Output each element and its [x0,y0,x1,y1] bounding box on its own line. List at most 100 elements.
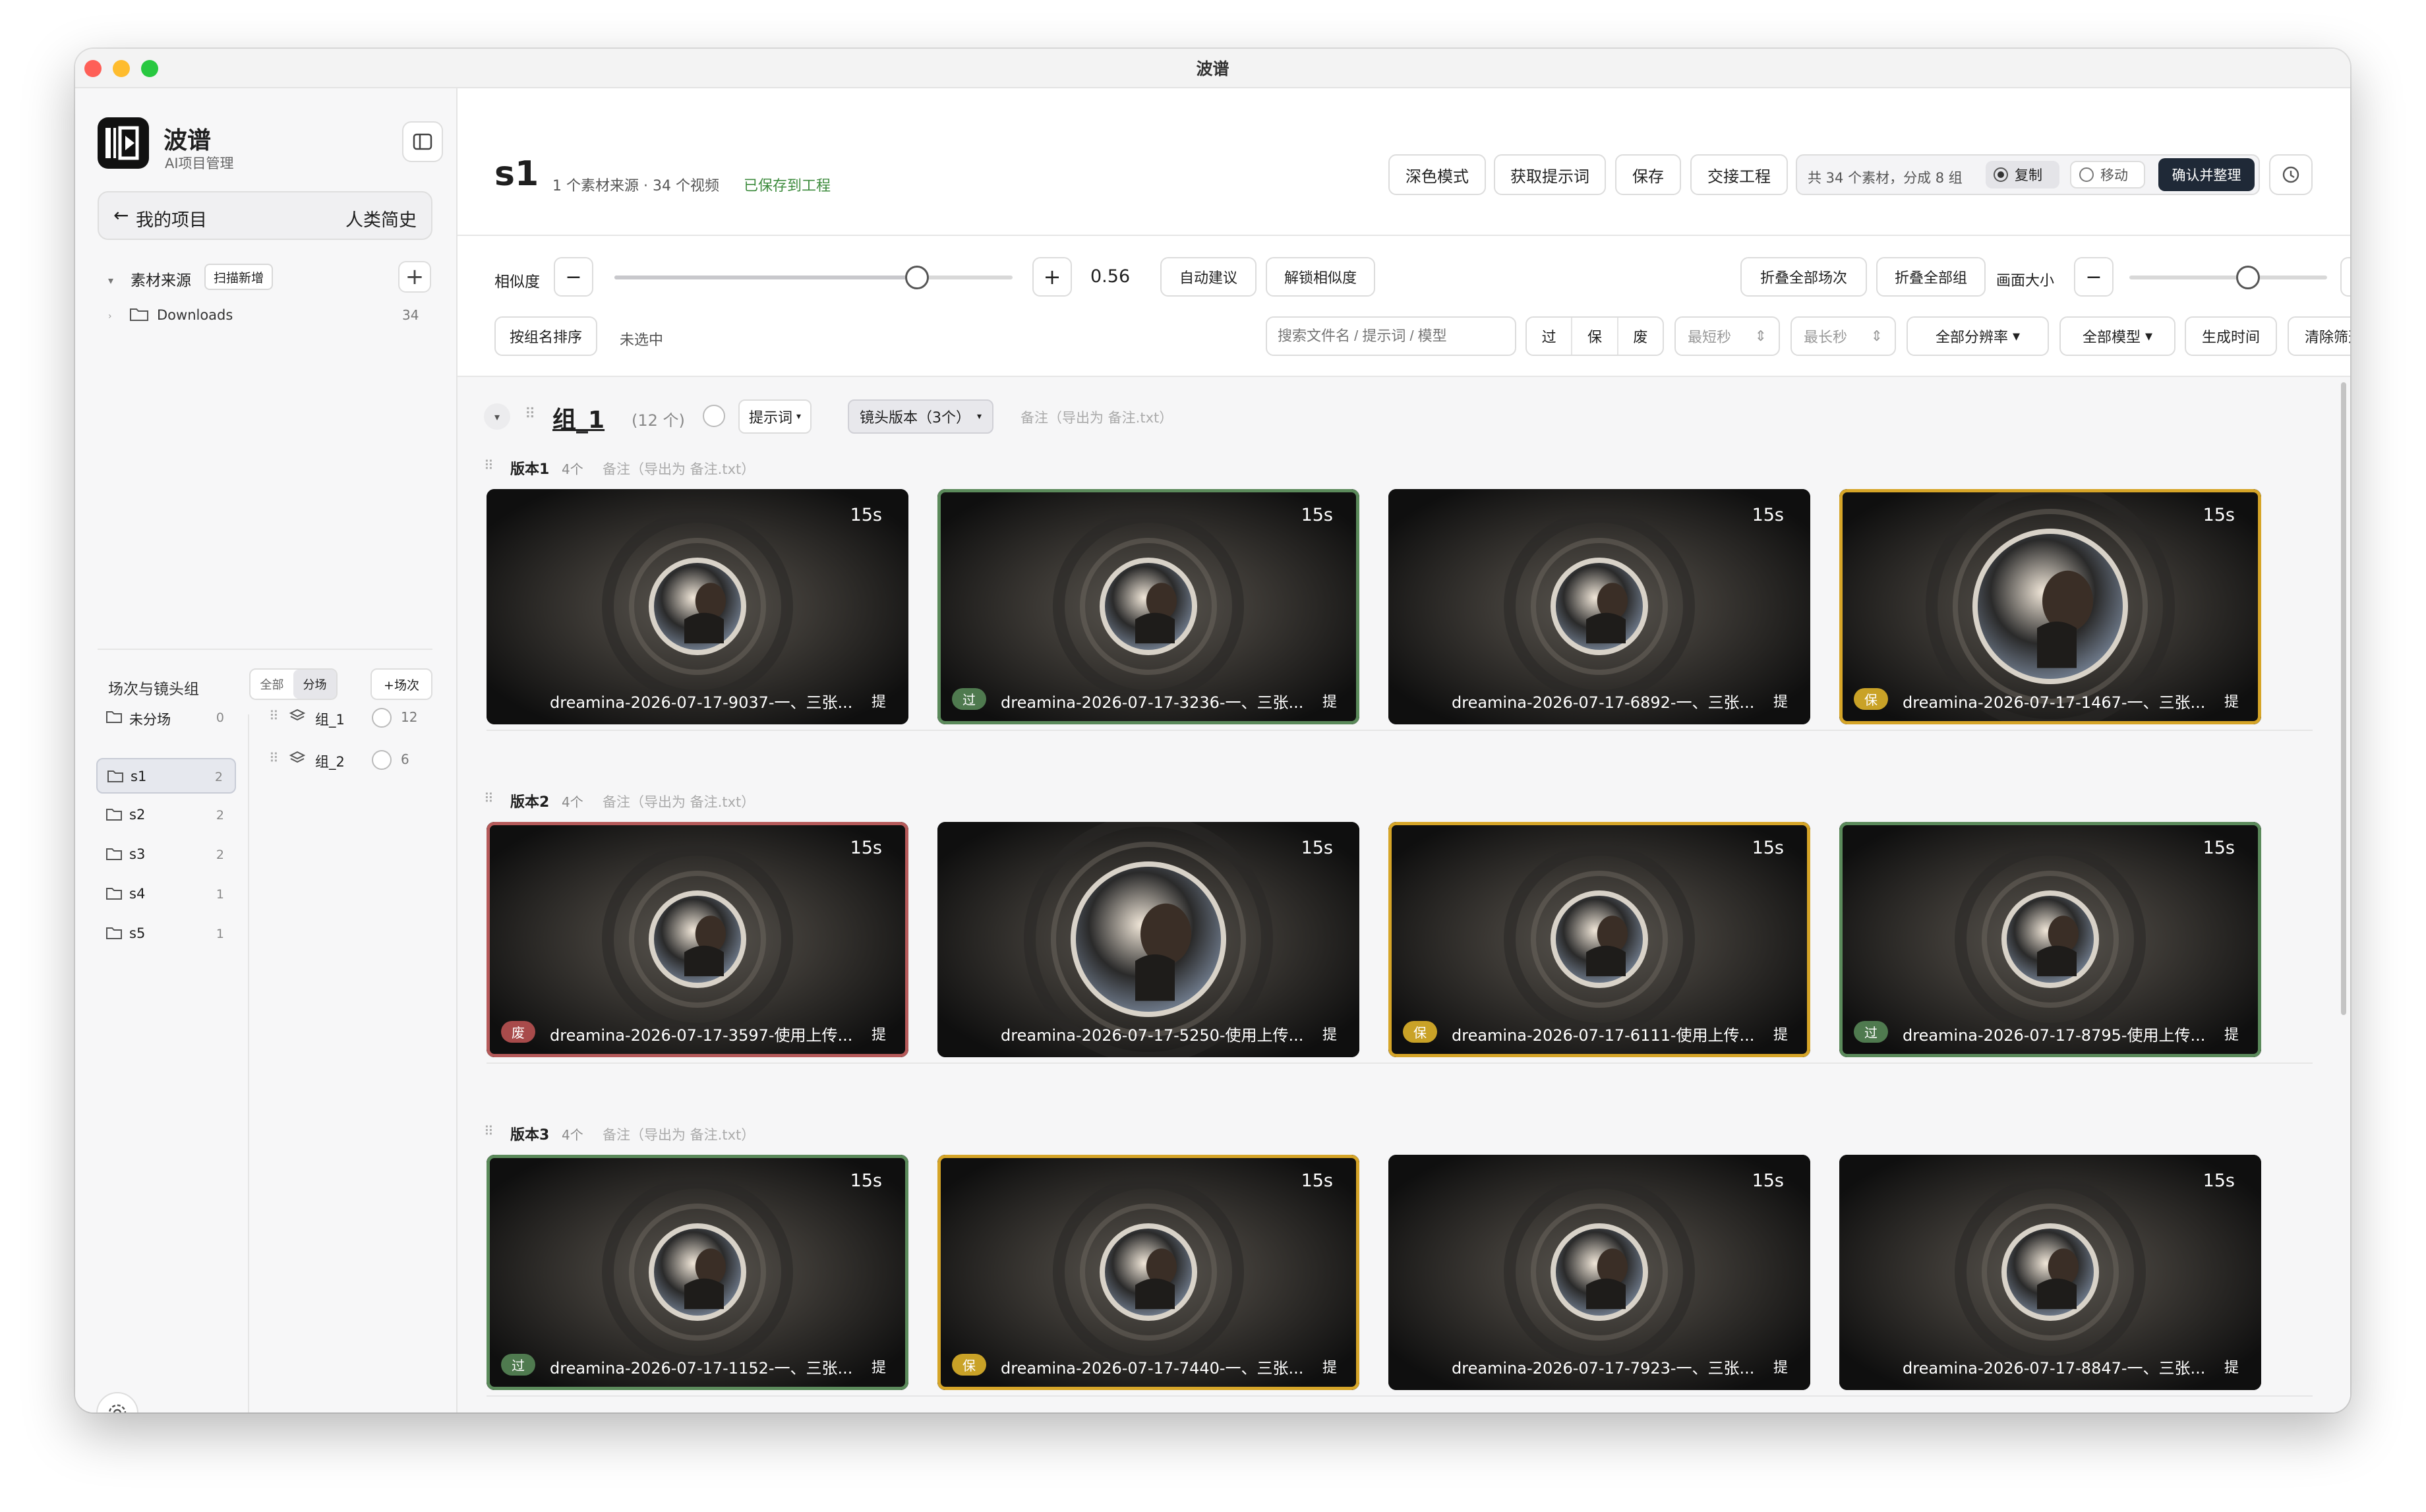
similarity-slider-thumb[interactable] [905,266,930,289]
version-label: 版本1 [510,461,550,478]
drag-handle-icon[interactable]: ⠿ [484,457,494,473]
video-card[interactable]: 15s dreamina-2026-07-17-7923-一、三张... 提 [1388,1155,1810,1390]
video-card[interactable]: 15s dreamina-2026-07-17-6111-使用上传... 提 保 [1388,822,1810,1057]
video-card[interactable]: 15s dreamina-2026-07-17-1467-一、三张... 提 保 [1839,489,2261,724]
chevron-right-icon[interactable]: › [108,311,112,322]
drag-handle-icon[interactable]: ⠿ [269,708,279,724]
scene-item-s1[interactable]: s1 2 [96,758,236,794]
drag-handle-icon[interactable]: ⠿ [525,406,535,422]
dark-mode-button[interactable]: 深色模式 [1388,154,1486,195]
sidebar-group-组_2[interactable]: ⠿ 组_2 6 [269,743,447,776]
extract-prompt-button[interactable]: 提 [1773,1356,1788,1377]
filter-keep-button[interactable]: 保 [1572,318,1618,355]
scene-item-未分场[interactable]: 未分场 0 [96,700,236,736]
extract-prompt-button[interactable]: 提 [2224,690,2239,711]
size-slider[interactable] [2129,266,2327,289]
extract-prompt-button[interactable]: 提 [1322,1356,1337,1377]
move-option[interactable]: 移动 [2070,161,2145,189]
filter-all-button[interactable]: 全部 [251,670,293,699]
scene-item-s4[interactable]: s4 1 [96,877,236,912]
min-seconds-input[interactable]: 最短秒 ⇕ [1674,316,1780,356]
size-slider-thumb[interactable] [2236,266,2260,289]
scrollbar[interactable] [2341,382,2346,1015]
drag-handle-icon[interactable]: ⠿ [269,750,279,766]
zoom-window-button[interactable] [141,60,158,77]
confirm-organize-button[interactable]: 确认并整理 [2158,158,2255,191]
extract-prompt-button[interactable]: 提 [1322,690,1337,711]
group-note[interactable]: 备注（导出为 备注.txt） [1021,407,1173,427]
video-card[interactable]: 15s dreamina-2026-07-17-6892-一、三张... 提 [1388,489,1810,724]
auto-suggest-button[interactable]: 自动建议 [1160,257,1257,297]
video-card[interactable]: 15s dreamina-2026-07-17-7440-一、三张... 提 保 [937,1155,1359,1390]
save-button[interactable]: 保存 [1615,154,1681,195]
collapse-toggle-icon[interactable]: ▾ [484,403,510,430]
unlock-similarity-button[interactable]: 解锁相似度 [1266,257,1375,297]
copy-option[interactable]: 复制 [1986,161,2059,189]
select-circle[interactable] [372,750,392,770]
duration-label: 15s [2203,505,2235,525]
video-card[interactable]: 15s dreamina-2026-07-17-9037-一、三张... 提 [487,489,908,724]
handoff-button[interactable]: 交接工程 [1690,154,1788,195]
select-circle[interactable] [703,405,725,427]
scene-item-s5[interactable]: s5 1 [96,916,236,952]
extract-prompt-button[interactable]: 提 [872,1023,886,1044]
sidebar-group-组_1[interactable]: ⠿ 组_1 12 [269,701,447,734]
chevron-down-icon[interactable]: ▾ [108,274,113,287]
filter-pass-button[interactable]: 过 [1527,318,1573,355]
get-prompts-button[interactable]: 获取提示词 [1494,154,1606,195]
extract-prompt-button[interactable]: 提 [872,690,886,711]
resolution-select[interactable]: 全部分辨率 ▾ [1907,316,2049,356]
extract-prompt-button[interactable]: 提 [1773,1023,1788,1044]
similarity-increase-button[interactable]: + [1032,257,1072,297]
scene-item-s2[interactable]: s2 2 [96,798,236,833]
video-card[interactable]: 15s dreamina-2026-07-17-3597-使用上传... 提 废 [487,822,908,1057]
toggle-sidebar-button[interactable] [402,121,443,162]
versions-button[interactable]: 镜头版本（3个） ▾ [848,399,994,434]
video-card[interactable]: 15s dreamina-2026-07-17-8795-使用上传... 提 过 [1839,822,2261,1057]
scene-item-s3[interactable]: s3 2 [96,837,236,873]
video-card[interactable]: 15s dreamina-2026-07-17-3236-一、三张... 提 过 [937,489,1359,724]
select-circle[interactable] [372,708,392,728]
similarity-decrease-button[interactable]: − [554,257,593,297]
minimize-window-button[interactable] [113,60,130,77]
collapse-all-groups-button[interactable]: 折叠全部组 [1876,257,1986,297]
model-select[interactable]: 全部模型 ▾ [2059,316,2175,356]
video-card[interactable]: 15s dreamina-2026-07-17-5250-使用上传... 提 [937,822,1359,1057]
search-input[interactable] [1266,316,1516,356]
drag-handle-icon[interactable]: ⠿ [484,1123,494,1139]
size-decrease-button[interactable]: − [2074,257,2114,297]
video-card[interactable]: 15s dreamina-2026-07-17-1152-一、三张... 提 过 [487,1155,908,1390]
filter-scene-button[interactable]: 分场 [293,670,336,699]
group-name: 组_2 [315,754,345,770]
version-note[interactable]: 备注（导出为 备注.txt） [603,459,755,479]
close-window-button[interactable] [84,60,102,77]
add-source-button[interactable]: + [398,261,431,293]
back-to-projects-button[interactable]: ← 我的项目 人类简史 [98,191,432,240]
status-filter-group: 过 保 废 [1525,316,1664,356]
duration-label: 15s [1301,1171,1333,1191]
add-scene-button[interactable]: +场次 [370,668,432,700]
settings-button[interactable] [96,1392,138,1412]
version-note[interactable]: 备注（导出为 备注.txt） [603,792,755,811]
extract-prompt-button[interactable]: 提 [2224,1023,2239,1044]
gen-time-sort-button[interactable]: 生成时间 [2185,316,2277,356]
drag-handle-icon[interactable]: ⠿ [484,790,494,806]
max-seconds-input[interactable]: 最长秒 ⇕ [1790,316,1896,356]
history-button[interactable] [2269,154,2313,195]
sort-by-group-button[interactable]: 按组名排序 [494,316,597,356]
clear-filters-button[interactable]: 清除筛选 [2288,316,2350,356]
folder-downloads[interactable]: Downloads [157,307,233,323]
scan-new-button[interactable]: 扫描新增 [204,264,274,290]
stepper-icon: ⇕ [1870,328,1883,345]
prompt-button[interactable]: 提示词 ▾ [738,399,812,434]
extract-prompt-button[interactable]: 提 [1773,690,1788,711]
similarity-slider[interactable] [614,266,1013,289]
extract-prompt-button[interactable]: 提 [2224,1356,2239,1377]
video-card[interactable]: 15s dreamina-2026-07-17-8847-一、三张... 提 [1839,1155,2261,1390]
extract-prompt-button[interactable]: 提 [872,1356,886,1377]
filter-reject-button[interactable]: 废 [1618,318,1663,355]
size-increase-button[interactable]: + [2340,257,2350,297]
extract-prompt-button[interactable]: 提 [1322,1023,1337,1044]
collapse-all-scenes-button[interactable]: 折叠全部场次 [1740,257,1867,297]
version-note[interactable]: 备注（导出为 备注.txt） [603,1124,755,1144]
